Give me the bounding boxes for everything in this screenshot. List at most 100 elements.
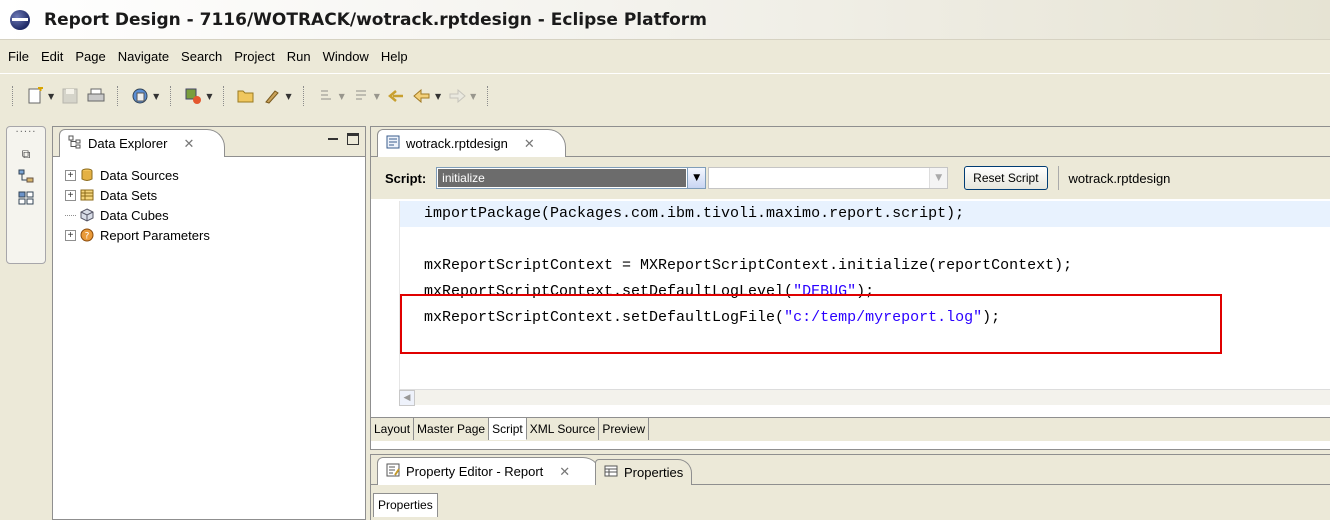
code-line: mxReportScriptContext = MXReportScriptCo… [400,253,1330,279]
tab-label: Properties [624,465,684,480]
report-file-icon [386,135,400,152]
tree-item-label: Data Sources [100,167,179,183]
reset-script-button[interactable]: Reset Script [964,166,1048,190]
tab-wotrack-rptdesign[interactable]: wotrack.rptdesign ✕ [377,129,566,157]
run-icon[interactable] [183,86,203,106]
toolbar-separator [12,86,14,106]
back-icon[interactable] [412,86,432,106]
cube-icon [79,207,95,223]
view-controls [327,133,359,145]
subtab-properties[interactable]: Properties [373,493,438,517]
tree-connector [65,214,76,216]
toolbar-separator [223,86,225,106]
svg-text:?: ? [85,232,90,242]
code-text: ); [982,309,1001,326]
tree-item-data-sources[interactable]: + Data Sources [65,165,365,185]
code-string: "c:/temp/myreport.log" [784,309,983,326]
menu-window[interactable]: Window [317,45,375,69]
tab-label: Property Editor - Report [406,464,544,479]
tab-data-explorer[interactable]: Data Explorer ✕ [59,129,226,157]
next-annotation-icon[interactable] [316,86,336,106]
title-bar: Report Design - 7116/WOTRACK/wotrack.rpt… [0,0,1330,40]
print-icon[interactable] [86,86,106,106]
toolbar: ▼ ▼ ▼ ▼ ▼ ▼ ▼ ▼ [0,74,1330,118]
tab-layout[interactable]: Layout [371,418,415,440]
explorer-tree: + Data Sources + Data Sets Data Cubes + … [53,157,365,245]
tab-master-page[interactable]: Master Page [414,418,490,440]
menu-navigate[interactable]: Navigate [112,45,175,69]
tab-label: wotrack.rptdesign [406,136,508,151]
restore-icon[interactable]: ⧉ [17,147,35,161]
forward-icon[interactable] [447,86,467,106]
chevron-down-icon[interactable]: ▼ [153,92,159,101]
brush-icon[interactable] [262,86,282,106]
file-name-label: wotrack.rptdesign [1068,170,1171,186]
data-explorer-panel: Data Explorer ✕ + Data Sources + Data Se… [52,126,366,520]
property-tabstrip: Property Editor - Report ✕ Properties [371,455,1330,485]
property-editor-panel: Property Editor - Report ✕ Properties Pr… [370,454,1330,520]
close-icon[interactable]: ✕ [183,136,194,152]
chevron-down-icon[interactable]: ▼ [374,92,380,101]
close-icon[interactable]: ✕ [524,136,535,152]
tab-script[interactable]: Script [489,418,527,440]
chevron-down-icon[interactable]: ▼ [206,92,212,101]
code-line: mxReportScriptContext.setDefaultLogFile(… [400,305,1330,331]
expand-icon[interactable]: + [65,189,76,201]
chevron-down-icon[interactable]: ▼ [687,168,706,188]
tree-item-data-cubes[interactable]: Data Cubes [65,205,365,225]
chevron-down-icon[interactable]: ▼ [929,168,948,188]
script-label: Script: [385,170,427,186]
tree-item-label: Data Cubes [100,207,169,223]
editor-bottom-tabs: Layout Master Page Script XML Source Pre… [371,417,1330,441]
tree-item-label: Report Parameters [100,227,210,243]
code-editor[interactable]: importPackage(Packages.com.ibm.tivoli.ma… [399,201,1330,401]
open-folder-icon[interactable] [236,86,256,106]
tab-xml-source[interactable]: XML Source [526,418,600,440]
chevron-down-icon[interactable]: ▼ [48,92,54,101]
palette-icon[interactable] [17,191,35,205]
minimize-icon[interactable] [327,133,339,145]
code-line: mxReportScriptContext.setDefaultLogLevel… [400,279,1330,305]
save-icon[interactable] [60,86,80,106]
tree-item-report-parameters[interactable]: + ? Report Parameters [65,225,365,245]
maximize-icon[interactable] [347,133,359,145]
database-icon [79,167,95,183]
scroll-left-icon[interactable]: ◀ [399,390,415,406]
property-editor-icon [386,463,400,480]
tab-label: Data Explorer [88,136,168,151]
tree-item-label: Data Sets [100,187,158,203]
menu-run[interactable]: Run [281,45,317,69]
tab-property-editor[interactable]: Property Editor - Report ✕ [377,457,602,485]
code-text: importPackage(Packages.com.ibm.tivoli.ma… [424,205,965,222]
divider [1057,166,1059,190]
chevron-down-icon[interactable]: ▼ [435,92,441,101]
expand-icon[interactable]: + [65,229,76,241]
menu-help[interactable]: Help [375,45,414,69]
new-icon[interactable] [25,86,45,106]
tab-properties[interactable]: Properties [595,459,693,485]
view-report-icon[interactable] [130,86,150,106]
property-subtabs: Properties [371,485,1330,520]
tab-preview[interactable]: Preview [599,418,650,440]
outline-icon[interactable] [17,169,35,183]
method-select[interactable]: initialize ▼ [436,167,707,189]
close-icon[interactable]: ✕ [559,464,570,480]
horizontal-scrollbar[interactable]: ◀ [399,389,1330,406]
secondary-select[interactable]: ▼ [708,167,949,189]
grip-icon[interactable]: ····· [7,127,45,139]
menu-project[interactable]: Project [228,45,280,69]
menu-edit[interactable]: Edit [35,45,69,69]
menu-page[interactable]: Page [69,45,111,69]
menu-search[interactable]: Search [175,45,228,69]
code-text: mxReportScriptContext.setDefaultLogLevel… [424,283,794,300]
expand-icon[interactable]: + [65,169,76,181]
last-edit-icon[interactable] [386,86,406,106]
previous-annotation-icon[interactable] [351,86,371,106]
tree-item-data-sets[interactable]: + Data Sets [65,185,365,205]
menu-file[interactable]: File [2,45,35,69]
chevron-down-icon[interactable]: ▼ [285,92,291,101]
code-string: "DEBUG" [793,283,857,300]
chevron-down-icon[interactable]: ▼ [339,92,345,101]
properties-icon [604,465,618,480]
chevron-down-icon[interactable]: ▼ [470,92,476,101]
